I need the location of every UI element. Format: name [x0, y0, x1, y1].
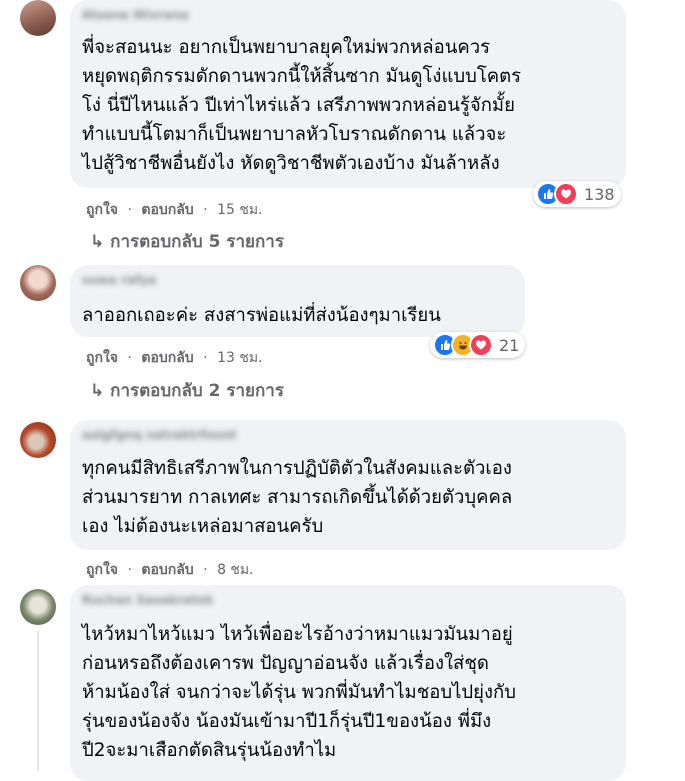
comment-time[interactable]: 13 ชม.	[217, 350, 262, 366]
comment-author[interactable]: Aluena Wixrana	[82, 8, 189, 22]
reaction-summary[interactable]: 138	[533, 181, 621, 207]
separator: ·	[127, 562, 132, 578]
comment-text: ไหว้หมาไหว้แมว ไหว้เพื่ออะไรอ้างว่าหมาแม…	[82, 624, 516, 761]
comment-3: aalgfgnq satraktrfoont ทุกคนมีสิทธิเสรีภ…	[0, 420, 685, 580]
separator: ·	[127, 202, 132, 218]
comment-2: suwa rafya ลาออกเถอะค่ะ สงสารพ่อแม่ที่ส่…	[0, 265, 685, 405]
replies-label: การตอบกลับ 5 รายการ	[110, 232, 284, 252]
view-replies-link[interactable]: ↳ การตอบกลับ 2 รายการ	[90, 377, 284, 404]
reaction-count: 138	[584, 184, 615, 204]
love-icon	[469, 333, 493, 357]
comment-author[interactable]: aalgfgnq satraktrfoont	[82, 428, 237, 442]
replies-label: การตอบกลับ 2 รายการ	[110, 381, 284, 401]
comment-author[interactable]: Ruchan Saoakratok	[82, 593, 213, 607]
comment-1: Aluena Wixrana พี่จะสอนนะ อยากเป็นพยาบาล…	[0, 0, 685, 255]
comment-time[interactable]: 15 ชม.	[217, 202, 262, 218]
reply-arrow-icon: ↳	[90, 381, 105, 401]
comment-bubble: Aluena Wixrana พี่จะสอนนะ อยากเป็นพยาบาล…	[70, 0, 626, 188]
comment-4: Ruchan Saoakratok ไหว้หมาไหว้แมว ไหว้เพื…	[0, 585, 685, 781]
like-button[interactable]: ถูกใจ	[86, 350, 118, 366]
comment-bubble: suwa rafya ลาออกเถอะค่ะ สงสารพ่อแม่ที่ส่…	[70, 265, 525, 337]
avatar[interactable]	[20, 422, 56, 458]
like-button[interactable]: ถูกใจ	[86, 202, 118, 218]
avatar[interactable]	[20, 589, 56, 625]
love-icon	[554, 182, 578, 206]
comment-text: ทุกคนมีสิทธิเสรีภาพในการปฏิบัติตัวในสังค…	[82, 458, 513, 537]
reply-button[interactable]: ตอบกลับ	[141, 350, 193, 366]
reply-arrow-icon: ↳	[90, 232, 105, 252]
reply-button[interactable]: ตอบกลับ	[141, 562, 193, 578]
comment-actions: ถูกใจ · ตอบกลับ · 15 ชม.	[86, 199, 263, 221]
separator: ·	[203, 350, 208, 366]
comment-author[interactable]: suwa rafya	[82, 273, 156, 287]
avatar[interactable]	[20, 0, 56, 36]
like-button[interactable]: ถูกใจ	[86, 562, 118, 578]
view-replies-link[interactable]: ↳ การตอบกลับ 5 รายการ	[90, 228, 284, 255]
comment-text: พี่จะสอนนะ อยากเป็นพยาบาลยุคใหม่พวกหล่อน…	[82, 37, 522, 174]
comment-time[interactable]: 8 ชม.	[217, 562, 254, 578]
comment-bubble: aalgfgnq satraktrfoont ทุกคนมีสิทธิเสรีภ…	[70, 420, 626, 550]
comment-text: ลาออกเถอะค่ะ สงสารพ่อแม่ที่ส่งน้องๆมาเรี…	[82, 305, 441, 326]
separator: ·	[127, 350, 132, 366]
thread-line	[37, 631, 39, 771]
comment-bubble: Ruchan Saoakratok ไหว้หมาไหว้แมว ไหว้เพื…	[70, 585, 626, 781]
reaction-count: 21	[499, 335, 520, 355]
separator: ·	[203, 562, 208, 578]
reply-button[interactable]: ตอบกลับ	[141, 202, 193, 218]
separator: ·	[203, 202, 208, 218]
avatar[interactable]	[20, 265, 56, 301]
comment-actions: ถูกใจ · ตอบกลับ · 8 ชม.	[86, 559, 254, 581]
reaction-summary[interactable]: 21	[430, 332, 526, 358]
comment-actions: ถูกใจ · ตอบกลับ · 13 ชม.	[86, 347, 263, 369]
